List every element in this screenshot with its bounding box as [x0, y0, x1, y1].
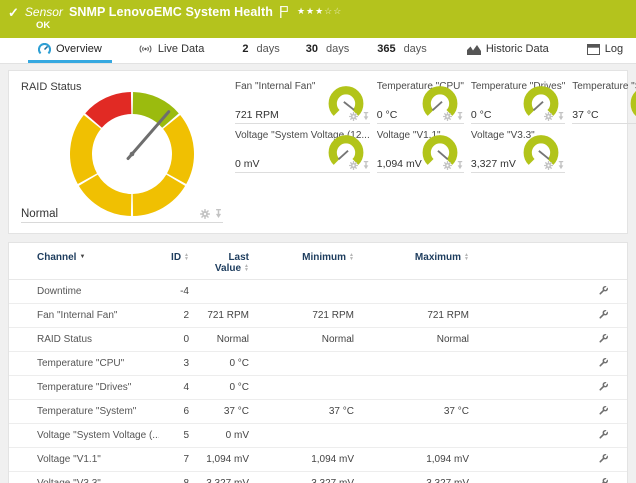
priority-stars[interactable]: ★★★☆☆: [297, 6, 342, 17]
overview-panel: RAID Status Normal: [8, 70, 628, 234]
gear-icon[interactable]: [200, 209, 210, 219]
pin-icon[interactable]: [362, 112, 370, 121]
gauge-value: 3,327 mV: [471, 158, 516, 170]
table-row-raid-status: RAID Status 0 Normal Normal Normal: [9, 328, 627, 352]
tab-30-days[interactable]: 30days: [296, 38, 360, 63]
gauge-cell-fan-internal-fan: Fan "Internal Fan" 721 RPM: [235, 79, 370, 128]
column-header-last-value[interactable]: LastValue▲▼: [189, 243, 249, 280]
sort-icons: ▲▼: [349, 253, 354, 261]
gauge-cell-temperature-system: Temperature "System" 37 °C: [572, 79, 636, 128]
pin-icon[interactable]: [557, 161, 565, 170]
gear-icon[interactable]: [349, 112, 358, 121]
wrench-icon[interactable]: [598, 309, 609, 320]
table-row-temperature-system: Temperature "System" 6 37 °C 37 °C 37 °C: [9, 400, 627, 424]
tab-live-data[interactable]: Live Data: [128, 38, 214, 63]
raid-status-cell: RAID Status Normal: [21, 79, 229, 227]
table-row-downtime: Downtime -4: [9, 280, 627, 304]
sort-icons: ▲▼: [244, 264, 249, 272]
prtg-sensor-page: ✓ Sensor SNMP LenovoEMC System Health ★★…: [0, 0, 636, 483]
gear-icon[interactable]: [443, 112, 452, 121]
wrench-icon[interactable]: [598, 405, 609, 416]
tab-overview[interactable]: Overview: [28, 38, 112, 63]
tab-365-days[interactable]: 365days: [367, 38, 437, 63]
table-row-voltage-v3-3: Voltage "V3.3" 8 3,327 mV 3,327 mV 3,327…: [9, 472, 627, 483]
gear-icon[interactable]: [443, 161, 452, 170]
wrench-icon[interactable]: [598, 453, 609, 464]
log-icon: [587, 44, 600, 55]
sensor-kind-label: Sensor: [25, 5, 63, 19]
gauge-cell-temperature-drives: Temperature "Drives" 0 °C: [471, 79, 565, 128]
gauge-value: 1,094 mV: [377, 158, 422, 170]
gear-icon[interactable]: [544, 161, 553, 170]
sort-icons: ▲▼: [464, 253, 469, 261]
wrench-icon[interactable]: [598, 429, 609, 440]
gauge-value: 721 RPM: [235, 109, 279, 121]
sensor-header: ✓ Sensor SNMP LenovoEMC System Health ★★…: [0, 0, 636, 38]
tab-bar: Overview Live Data 2days 30days 365days: [0, 38, 636, 64]
gauge-value: 0 °C: [471, 109, 492, 121]
gauge-value: 0 mV: [235, 158, 260, 170]
column-header-minimum[interactable]: Minimum▲▼: [249, 243, 354, 280]
pin-icon[interactable]: [214, 209, 223, 219]
status-badge: OK: [36, 20, 626, 31]
tab-2-days[interactable]: 2days: [232, 38, 289, 63]
column-header-maximum[interactable]: Maximum▲▼: [354, 243, 469, 280]
gauge-cell-empty: [572, 128, 636, 177]
tab-historic-data[interactable]: Historic Data: [457, 38, 559, 63]
mini-gauges-grid: Fan "Internal Fan" 721 RPM: [235, 79, 636, 227]
raid-status-gauge: [67, 89, 197, 219]
table-row-voltage-system: Voltage "System Voltage (... 5 0 mV: [9, 424, 627, 448]
column-header-channel[interactable]: Channel▼: [9, 243, 159, 280]
wrench-icon[interactable]: [598, 477, 609, 483]
gauge-value: 0 °C: [377, 109, 398, 121]
page-title: SNMP LenovoEMC System Health: [69, 5, 273, 19]
sort-icons: ▲▼: [184, 253, 189, 261]
gauge-cell-voltage-system: Voltage "System Voltage (12... 0 mV: [235, 128, 370, 177]
sort-desc-icon: ▼: [79, 254, 85, 260]
flag-icon[interactable]: [280, 6, 288, 18]
wrench-icon[interactable]: [598, 357, 609, 368]
gauge-icon: [38, 43, 51, 56]
column-header-actions: [469, 243, 627, 280]
gauge-value: 37 °C: [572, 109, 598, 121]
status-check-icon: ✓: [8, 6, 19, 19]
live-data-icon: [138, 44, 153, 54]
channel-table-panel: Channel▼ ID▲▼ LastValue▲▼ Minimum▲▼ Maxi: [8, 242, 628, 483]
gauge-cell-voltage-v1-1: Voltage "V1.1" 1,094 mV: [377, 128, 464, 177]
tab-log[interactable]: Log: [577, 38, 633, 63]
pin-icon[interactable]: [362, 161, 370, 170]
channel-table: Channel▼ ID▲▼ LastValue▲▼ Minimum▲▼ Maxi: [9, 243, 627, 483]
wrench-icon[interactable]: [598, 381, 609, 392]
gauge-cell-voltage-v3-3: Voltage "V3.3" 3,327 mV: [471, 128, 565, 177]
table-row-voltage-v1-1: Voltage "V1.1" 7 1,094 mV 1,094 mV 1,094…: [9, 448, 627, 472]
raid-status-value: Normal: [21, 208, 58, 220]
table-row-temperature-drives: Temperature "Drives" 4 0 °C: [9, 376, 627, 400]
pin-icon[interactable]: [456, 161, 464, 170]
gear-icon[interactable]: [349, 161, 358, 170]
gauge-cell-temperature-cpu: Temperature "CPU" 0 °C: [377, 79, 464, 128]
wrench-icon[interactable]: [598, 285, 609, 296]
table-row-fan-internal-fan: Fan "Internal Fan" 2 721 RPM 721 RPM 721…: [9, 304, 627, 328]
column-header-id[interactable]: ID▲▼: [159, 243, 189, 280]
pin-icon[interactable]: [456, 112, 464, 121]
pin-icon[interactable]: [557, 112, 565, 121]
wrench-icon[interactable]: [598, 333, 609, 344]
historic-chart-icon: [467, 44, 481, 55]
raid-gauge-needle: [128, 112, 169, 159]
table-row-temperature-cpu: Temperature "CPU" 3 0 °C: [9, 352, 627, 376]
gear-icon[interactable]: [544, 112, 553, 121]
